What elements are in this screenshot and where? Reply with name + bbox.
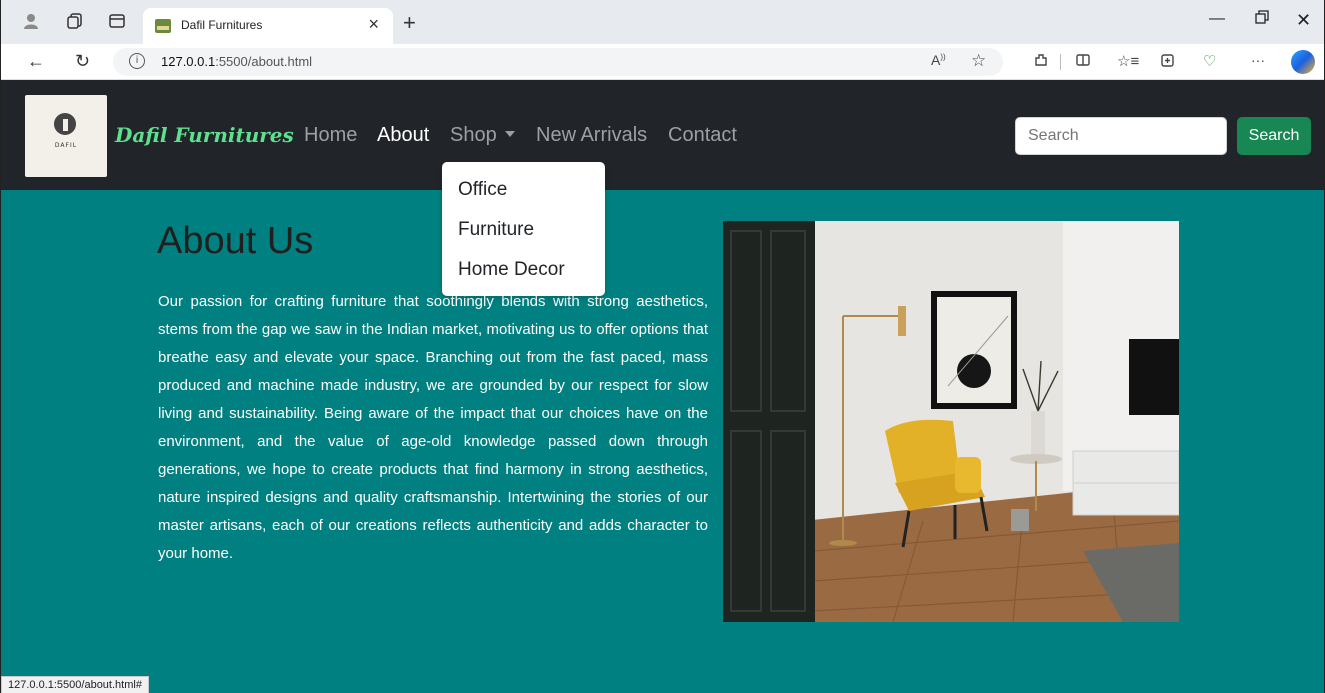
info-icon[interactable]: i bbox=[129, 53, 145, 69]
split-screen-icon[interactable] bbox=[1075, 52, 1091, 72]
site-navbar: DAFIL Dafil Furnitures Home About Shop N… bbox=[1, 80, 1324, 190]
url-text: 127.0.0.1:5500/about.html bbox=[161, 54, 313, 69]
refresh-icon[interactable]: ↻ bbox=[75, 51, 90, 72]
logo[interactable]: DAFIL bbox=[25, 95, 107, 177]
tab-strip: Dafil Furnitures × + — ✕ bbox=[1, 0, 1324, 44]
room-photo bbox=[723, 221, 1179, 622]
nav-link-shop[interactable]: Shop bbox=[450, 124, 515, 147]
browser-window: Dafil Furnitures × + — ✕ ← ↻ i 127.0.0.1… bbox=[0, 0, 1325, 693]
favorites-icon[interactable]: ☆≡ bbox=[1117, 52, 1139, 70]
url-field[interactable]: i 127.0.0.1:5500/about.html A)) ☆ bbox=[113, 48, 1003, 76]
favorite-icon[interactable]: ☆ bbox=[971, 51, 986, 71]
shop-dropdown-menu: Office Furniture Home Decor bbox=[442, 162, 605, 296]
brand-name[interactable]: Dafil Furnitures bbox=[115, 123, 294, 147]
tab-actions-icon[interactable] bbox=[107, 12, 127, 32]
address-bar: ← ↻ i 127.0.0.1:5500/about.html A)) ☆ ☆≡… bbox=[1, 44, 1324, 80]
dropdown-item-furniture[interactable]: Furniture bbox=[458, 219, 534, 241]
health-icon[interactable]: ♡ bbox=[1203, 52, 1216, 70]
nav-link-new-arrivals[interactable]: New Arrivals bbox=[536, 124, 647, 147]
nav-link-home[interactable]: Home bbox=[304, 124, 357, 147]
close-window-icon[interactable]: ✕ bbox=[1296, 10, 1311, 31]
chevron-down-icon bbox=[504, 130, 515, 137]
logo-text: DAFIL bbox=[54, 142, 78, 149]
new-tab-icon[interactable]: + bbox=[403, 10, 416, 36]
read-aloud-icon[interactable]: A)) bbox=[931, 52, 946, 68]
nav-link-about[interactable]: About bbox=[377, 124, 429, 147]
dropdown-item-office[interactable]: Office bbox=[458, 179, 507, 201]
about-paragraph: Our passion for crafting furniture that … bbox=[158, 293, 708, 562]
minimize-icon[interactable]: — bbox=[1209, 10, 1225, 28]
close-tab-icon[interactable]: × bbox=[368, 14, 379, 35]
website-viewport: DAFIL Dafil Furnitures Home About Shop N… bbox=[1, 80, 1324, 693]
search-button[interactable]: Search bbox=[1237, 117, 1311, 155]
extensions-icon[interactable] bbox=[1033, 52, 1049, 72]
about-section: About Us Our passion for crafting furnit… bbox=[1, 190, 1324, 693]
profile-icon[interactable] bbox=[21, 12, 41, 32]
logo-mark-icon bbox=[54, 113, 76, 135]
active-tab[interactable]: Dafil Furnitures × bbox=[143, 8, 393, 44]
restore-icon[interactable] bbox=[1255, 10, 1269, 29]
tab-title: Dafil Furnitures bbox=[181, 18, 263, 32]
status-bar-url: 127.0.0.1:5500/about.html# bbox=[1, 676, 149, 693]
workspaces-icon[interactable] bbox=[65, 12, 85, 32]
site-favicon-icon bbox=[155, 19, 171, 33]
search-input[interactable] bbox=[1015, 117, 1227, 155]
more-icon[interactable]: ··· bbox=[1251, 52, 1265, 68]
collections-icon[interactable] bbox=[1159, 52, 1175, 72]
back-icon[interactable]: ← bbox=[27, 51, 45, 72]
copilot-icon[interactable] bbox=[1291, 50, 1315, 74]
toolbar-divider bbox=[1060, 54, 1061, 70]
nav-link-contact[interactable]: Contact bbox=[668, 124, 737, 147]
dropdown-item-home-decor[interactable]: Home Decor bbox=[458, 259, 565, 281]
page-title: About Us bbox=[157, 220, 314, 262]
